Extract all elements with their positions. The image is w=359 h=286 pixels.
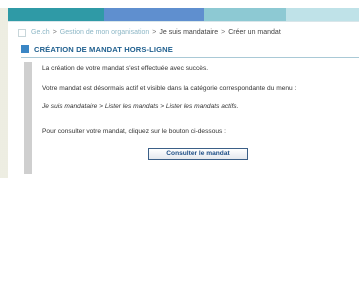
instruction-text: Pour consulter votre mandat, cliquez sur… (42, 128, 226, 135)
consult-mandate-button[interactable]: Consulter le mandat (148, 148, 248, 160)
banner-divider (8, 21, 359, 22)
menu-path: Je suis mandataire > Lister les mandats … (42, 103, 239, 110)
breadcrumb-separator: > (52, 29, 57, 36)
title-divider (21, 57, 359, 58)
status-message: Votre mandat est désormais actif et visi… (42, 85, 297, 92)
breadcrumb-separator: > (221, 29, 226, 36)
title-row: CRÉATION DE MANDAT HORS-LIGNE (21, 43, 173, 55)
breadcrumb: Ge.ch > Gestion de mon organisation > Je… (18, 26, 281, 39)
left-dotted-margin (0, 8, 8, 178)
title-square-icon (21, 45, 29, 53)
breadcrumb-link-gestion[interactable]: Gestion de mon organisation (60, 29, 150, 36)
breadcrumb-link-ge-ch[interactable]: Ge.ch (31, 29, 50, 36)
page-title: CRÉATION DE MANDAT HORS-LIGNE (34, 44, 173, 54)
breadcrumb-item-mandataire: Je suis mandataire (159, 29, 219, 36)
top-banner (8, 8, 359, 21)
breadcrumb-separator: > (152, 29, 157, 36)
banner-segment-2 (104, 8, 204, 21)
banner-segment-1 (8, 8, 104, 21)
breadcrumb-box-icon (18, 28, 26, 37)
breadcrumb-current: Créer un mandat (228, 29, 281, 36)
page: Ge.ch > Gestion de mon organisation > Je… (0, 0, 359, 286)
banner-segment-3 (204, 8, 286, 21)
success-message: La création de votre mandat s'est effect… (42, 65, 209, 72)
banner-segment-4 (286, 8, 359, 21)
content-side-bar (24, 62, 32, 174)
